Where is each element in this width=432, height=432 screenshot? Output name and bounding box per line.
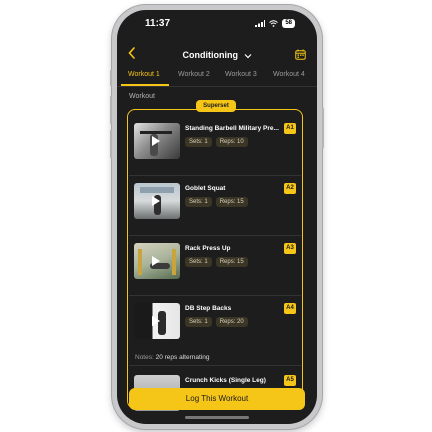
exercise-order-badge: A1 [284, 123, 296, 134]
exercise-video-thumbnail[interactable] [134, 303, 180, 339]
exercise-chips: Sets: 1 Reps: 15 [185, 257, 248, 267]
reps-chip: Reps: 15 [215, 257, 248, 267]
exercise-order-badge: A4 [284, 303, 296, 314]
exercise-chips: Sets: 1 Reps: 20 [185, 317, 248, 327]
exercise-notes: Notes: 20 reps alternating [135, 354, 209, 361]
home-indicator[interactable] [185, 416, 249, 419]
notes-value: 20 reps alternating [155, 354, 210, 361]
volume-down-button [110, 130, 112, 158]
calendar-icon[interactable] [295, 49, 306, 60]
status-icons: 58 [255, 19, 295, 28]
reps-chip: Reps: 15 [215, 197, 248, 207]
sets-chip: Sets: 1 [185, 257, 212, 267]
signal-icon [255, 20, 266, 27]
exercise-item-a1[interactable]: Standing Barbell Military Pre... A1 Sets… [129, 116, 301, 176]
superset-label: Superset [196, 100, 236, 112]
play-icon [152, 256, 160, 266]
exercise-name: Standing Barbell Military Pre... [185, 125, 279, 132]
app-screen: 11:37 58 Conditioning Workout 1 Workout … [117, 10, 317, 424]
play-icon [152, 316, 160, 326]
log-workout-button[interactable]: Log This Workout [129, 388, 305, 410]
exercise-order-badge: A5 [284, 375, 296, 386]
tabs-divider [117, 86, 317, 87]
sets-chip: Sets: 1 [185, 137, 212, 147]
exercise-name: Crunch Kicks (Single Leg) [185, 377, 266, 384]
tab-workout-4[interactable]: Workout 4 [273, 71, 305, 78]
wifi-icon [269, 20, 279, 27]
exercise-item-a2[interactable]: Goblet Squat A2 Sets: 1 Reps: 15 [129, 176, 301, 236]
tab-workout-2[interactable]: Workout 2 [178, 71, 210, 78]
sets-chip: Sets: 1 [185, 197, 212, 207]
exercise-order-badge: A2 [284, 183, 296, 194]
notes-label: Notes: [135, 354, 154, 361]
exercise-item-a3[interactable]: Rack Press Up A3 Sets: 1 Reps: 15 [129, 236, 301, 296]
exercise-video-thumbnail[interactable] [134, 243, 180, 279]
header-bar: Conditioning [117, 42, 317, 68]
exercise-chips: Sets: 1 Reps: 10 [185, 137, 248, 147]
sets-chip: Sets: 1 [185, 317, 212, 327]
exercise-name: DB Step Backs [185, 305, 232, 312]
battery-indicator: 58 [282, 19, 295, 28]
page-title-text: Conditioning [182, 50, 238, 60]
chevron-down-icon [244, 53, 251, 58]
volume-up-button [110, 96, 112, 124]
tab-workout-3[interactable]: Workout 3 [225, 71, 257, 78]
tab-workout-1[interactable]: Workout 1 [128, 71, 160, 78]
reps-chip: Reps: 10 [215, 137, 248, 147]
row-divider [129, 365, 301, 366]
exercise-video-thumbnail[interactable] [134, 183, 180, 219]
status-bar: 11:37 58 [117, 10, 317, 38]
exercise-order-badge: A3 [284, 243, 296, 254]
section-title: Workout [129, 93, 155, 100]
exercise-name: Rack Press Up [185, 245, 231, 252]
exercise-chips: Sets: 1 Reps: 15 [185, 197, 248, 207]
play-icon [152, 136, 160, 146]
play-icon [152, 196, 160, 206]
status-time: 11:37 [145, 18, 171, 29]
side-button [110, 70, 112, 86]
power-button [322, 108, 324, 148]
reps-chip: Reps: 20 [215, 317, 248, 327]
exercise-video-thumbnail[interactable] [134, 123, 180, 159]
page-title[interactable]: Conditioning [117, 50, 317, 60]
workout-tabs: Workout 1 Workout 2 Workout 3 Workout 4 [117, 67, 317, 87]
exercise-name: Goblet Squat [185, 185, 226, 192]
